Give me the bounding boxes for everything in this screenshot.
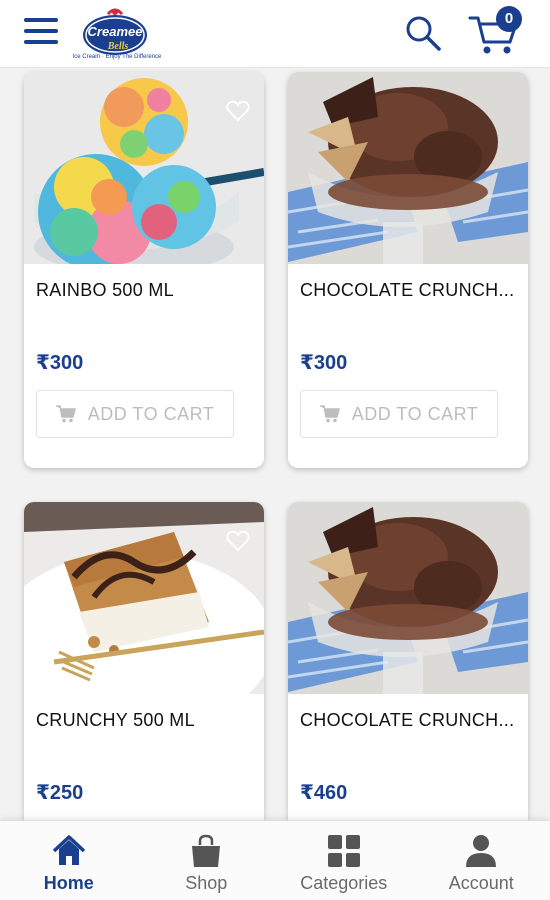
product-image[interactable] <box>288 72 528 264</box>
product-price: ₹460 <box>300 782 348 804</box>
cart-icon <box>55 405 76 423</box>
cart-icon <box>319 405 340 423</box>
nav-home[interactable]: Home <box>0 821 138 900</box>
logo-tagline: Ice Cream · Enjoy The Difference <box>72 54 162 60</box>
product-name[interactable]: CHOCOLATE CRUNCH... <box>300 710 520 731</box>
nav-shop-label: Shop <box>185 873 228 893</box>
wishlist-heart-icon[interactable] <box>226 100 250 122</box>
add-to-cart-button[interactable]: ADD TO CART <box>300 390 498 438</box>
product-name[interactable]: CHOCOLATE CRUNCH... <box>300 280 520 301</box>
product-price: ₹250 <box>36 782 84 804</box>
add-to-cart-label: ADD TO CART <box>351 403 479 424</box>
bottom-navigation: Home Shop Categories Account <box>0 820 550 900</box>
product-card[interactable]: RAINBO 500 ML ₹300 ADD TO CART <box>24 72 264 468</box>
nav-shop[interactable]: Shop <box>138 821 276 900</box>
wishlist-heart-icon[interactable] <box>226 530 250 552</box>
add-to-cart-button[interactable]: ADD TO CART <box>36 390 234 438</box>
search-icon[interactable] <box>404 14 442 52</box>
nav-account-label: Account <box>448 873 514 893</box>
product-name[interactable]: RAINBO 500 ML <box>36 280 256 301</box>
product-price: ₹300 <box>36 352 84 374</box>
top-app-bar: Creamee Bells Ice Cream · Enjoy The Diff… <box>0 0 550 68</box>
product-grid: RAINBO 500 ML ₹300 ADD TO CART CHOCOLATE… <box>0 68 550 820</box>
nav-categories-label: Categories <box>300 873 388 893</box>
shopping-bag-icon <box>192 834 221 867</box>
home-icon <box>52 835 85 865</box>
product-image[interactable] <box>24 72 264 264</box>
account-icon <box>466 835 497 867</box>
product-image[interactable] <box>288 502 528 694</box>
product-price: ₹300 <box>300 352 348 374</box>
categories-grid-icon <box>327 835 360 867</box>
product-card[interactable]: CHOCOLATE CRUNCH... ₹300 ADD TO CART <box>288 72 528 468</box>
product-card[interactable]: CRUNCHY 500 ML ₹250 <box>24 502 264 820</box>
logo-subtext: Bells <box>107 41 129 52</box>
logo-text: Creamee <box>88 24 143 39</box>
nav-home-label: Home <box>43 873 94 893</box>
cart-count-badge: 0 <box>496 6 522 32</box>
add-to-cart-label: ADD TO CART <box>87 403 215 424</box>
menu-icon[interactable] <box>24 18 58 48</box>
nav-account[interactable]: Account <box>413 821 550 900</box>
product-name[interactable]: CRUNCHY 500 ML <box>36 710 256 731</box>
product-card[interactable]: CHOCOLATE CRUNCH... ₹460 <box>288 502 528 820</box>
nav-categories[interactable]: Categories <box>275 821 413 900</box>
product-image[interactable] <box>24 502 264 694</box>
